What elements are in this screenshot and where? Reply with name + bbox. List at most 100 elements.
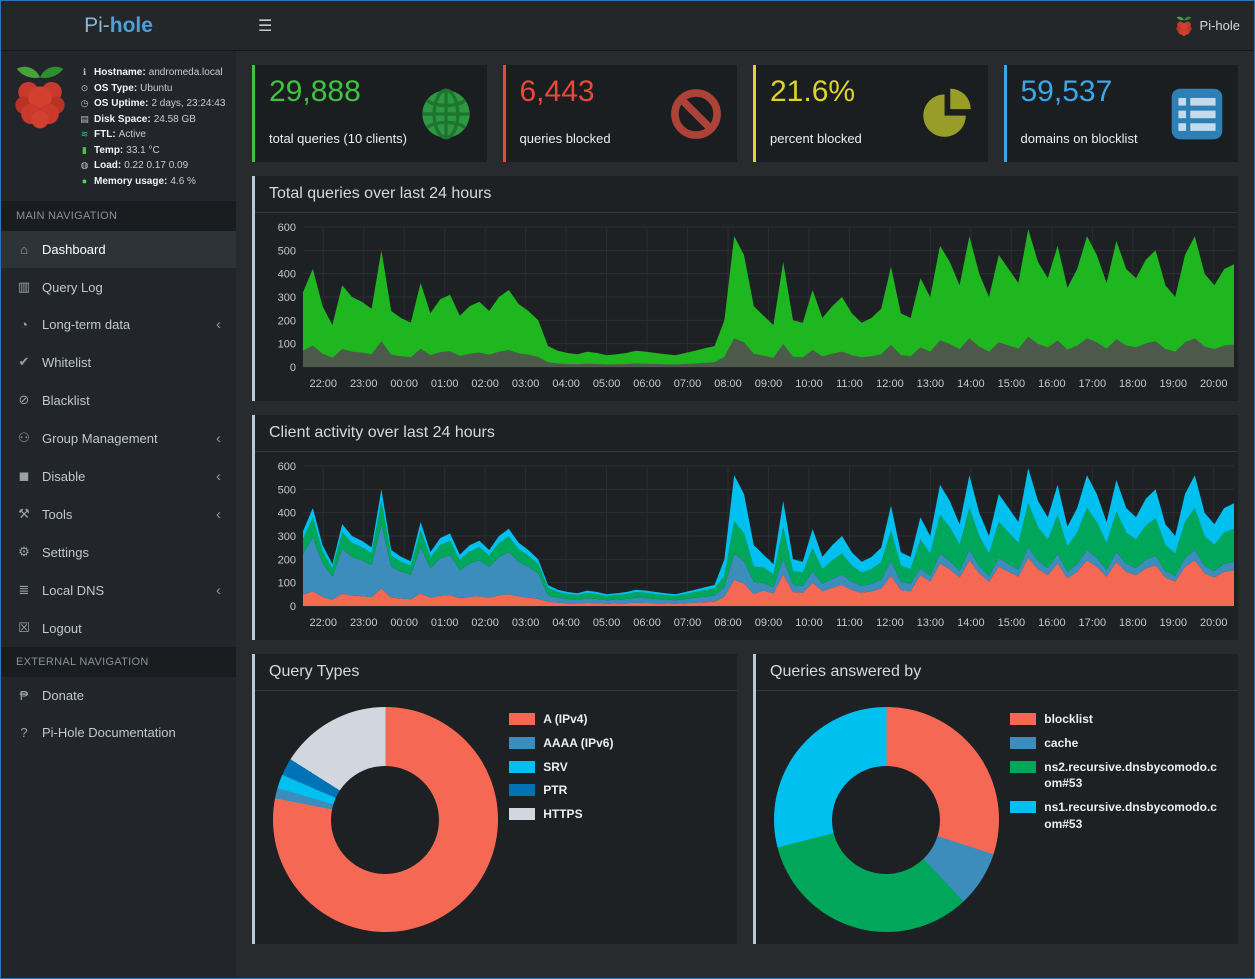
card-percent-blocked[interactable]: 21.6% percent blocked xyxy=(753,65,988,162)
nav-section-header: EXTERNAL NAVIGATION xyxy=(1,647,236,677)
donut-hole xyxy=(832,765,941,874)
svg-text:02:00: 02:00 xyxy=(471,378,499,390)
system-info-value: andromeda.local xyxy=(148,67,223,78)
query-types-panel-title: Query Types xyxy=(255,654,737,691)
system-info-label: Disk Space: xyxy=(94,113,151,125)
sidebar-item-label: Local DNS xyxy=(42,582,105,598)
svg-text:04:00: 04:00 xyxy=(552,378,580,390)
legend-label: ns1.recursive.dnsbycomodo.com#53 xyxy=(1044,800,1217,831)
bottom-panels: Query Types A (IPv4) AAAA (IPv6) SRV PTR HTT… xyxy=(252,654,1238,958)
legend-item-a-ipv4[interactable]: A (IPv4) xyxy=(509,711,719,728)
system-info-value: 4.6 % xyxy=(170,175,196,187)
svg-text:09:00: 09:00 xyxy=(755,378,783,390)
chevron-left-icon: ‹ xyxy=(216,581,221,599)
card-total-queries[interactable]: 29,888 total queries (10 clients) xyxy=(252,65,487,162)
query-types-donut[interactable] xyxy=(272,707,498,932)
sidebar-item-disable[interactable]: ◼ Disable ‹ xyxy=(1,457,236,495)
svg-text:400: 400 xyxy=(278,508,296,520)
chevron-left-icon: ‹ xyxy=(216,467,221,485)
sidebar-item-long-term-data[interactable]: ◔ Long-term data ‹ xyxy=(1,306,236,343)
raspberry-icon xyxy=(1175,16,1192,36)
legend-item-srv[interactable]: SRV xyxy=(509,759,719,776)
system-info-row: ▤ Disk Space: 24.58 GB xyxy=(78,112,225,128)
answered-by-legend: blocklist cache ns2.recursive.dnsbycomodo.… xyxy=(1006,707,1228,840)
topbar-app-label: Pi-hole xyxy=(1199,18,1240,33)
sidebar-item-pi-hole-documentation[interactable]: ? Pi-Hole Documentation xyxy=(1,714,236,751)
svg-text:11:00: 11:00 xyxy=(836,378,863,390)
sidebar-item-label: Disable xyxy=(42,468,86,484)
legend-swatch xyxy=(509,760,536,773)
sidebar-nav: MAIN NAVIGATION ⌂ Dashboard ▥ Query Log ◔ Long… xyxy=(1,201,236,751)
legend-item-blocklist[interactable]: blocklist xyxy=(1010,711,1220,728)
svg-text:22:00: 22:00 xyxy=(309,378,337,390)
sidebar-item-settings[interactable]: ⚙ Settings xyxy=(1,533,236,571)
file-icon: ▥ xyxy=(17,279,31,294)
legend-item-https[interactable]: HTTPS xyxy=(509,806,719,823)
svg-text:00:00: 00:00 xyxy=(390,378,418,390)
svg-text:09:00: 09:00 xyxy=(755,617,783,629)
svg-text:08:00: 08:00 xyxy=(714,617,742,629)
system-info-row: ● Memory usage: 4.6 % xyxy=(78,174,225,190)
answered-by-donut[interactable] xyxy=(773,707,999,932)
legend-label: HTTPS xyxy=(543,807,583,822)
sidebar-item-query-log[interactable]: ▥ Query Log xyxy=(1,268,236,306)
legend-label: cache xyxy=(1044,735,1079,750)
system-info-label: Memory usage: xyxy=(94,175,168,187)
legend-label: blocklist xyxy=(1044,712,1093,726)
legend-item-cache[interactable]: cache xyxy=(1010,735,1220,752)
sidebar-item-blacklist[interactable]: ⊘ Blacklist xyxy=(1,381,236,419)
total-queries-value: 29,888 xyxy=(269,75,361,108)
client-activity-panel-title: Client activity over last 24 hours xyxy=(255,415,1238,452)
legend-item-ns2-recursive-dnsbycomodo-com-53[interactable]: ns2.recursive.dnsbycomodo.com#53 xyxy=(1010,759,1220,793)
legend-swatch xyxy=(509,713,536,725)
raspberry-logo xyxy=(15,66,65,129)
ban-icon xyxy=(671,88,721,139)
svg-text:22:00: 22:00 xyxy=(309,617,337,629)
menu-toggle-icon[interactable]: ☰ xyxy=(250,10,280,42)
svg-text:400: 400 xyxy=(278,269,296,281)
system-info-value: 0.22 0.17 0.09 xyxy=(124,160,189,171)
sidebar-item-label: Group Management xyxy=(42,430,158,446)
svg-text:01:00: 01:00 xyxy=(431,617,459,629)
svg-text:16:00: 16:00 xyxy=(1038,617,1066,629)
sidebar-item-group-management[interactable]: ⚇ Group Management ‹ xyxy=(1,419,236,457)
svg-text:15:00: 15:00 xyxy=(998,378,1026,390)
legend-swatch xyxy=(1010,801,1037,814)
legend-item-ns1-recursive-dnsbycomodo-com-53[interactable]: ns1.recursive.dnsbycomodo.com#53 xyxy=(1010,799,1220,833)
svg-text:03:00: 03:00 xyxy=(512,378,540,390)
legend-item-aaaa-ipv6[interactable]: AAAA (IPv6) xyxy=(509,735,719,752)
sidebar-item-dashboard[interactable]: ⌂ Dashboard xyxy=(1,231,236,268)
sidebar-item-donate[interactable]: ₱ Donate xyxy=(1,677,236,714)
disk-space-icon: ▤ xyxy=(80,113,89,124)
sidebar-item-logout[interactable]: ☒ Logout xyxy=(1,609,236,647)
sidebar-item-label: Dashboard xyxy=(42,242,106,257)
svg-text:13:00: 13:00 xyxy=(917,617,945,629)
svg-text:0: 0 xyxy=(290,601,296,613)
brand-logo[interactable]: Pi-hole xyxy=(1,1,236,51)
card-queries-blocked[interactable]: 6,443 queries blocked xyxy=(502,65,737,162)
system-info-row: ⊙ OS Type: Ubuntu xyxy=(78,81,225,97)
topbar-user-menu[interactable]: Pi-hole xyxy=(1175,15,1240,37)
system-info-value: Ubuntu xyxy=(140,82,173,94)
sidebar-item-whitelist[interactable]: ✔ Whitelist xyxy=(1,343,236,381)
pie-chart-icon xyxy=(922,88,971,137)
sidebar-item-label: Logout xyxy=(42,620,82,636)
legend-label: SRV xyxy=(543,759,568,774)
percent-blocked-value: 21.6% xyxy=(770,75,856,108)
pihole-dashboard-window: Pi-hole ☰ Pi-hole ℹ Hostname: andromeda.… xyxy=(0,0,1255,979)
svg-text:14:00: 14:00 xyxy=(957,617,985,629)
sidebar-item-tools[interactable]: ⚒ Tools ‹ xyxy=(1,495,236,533)
topbar: ☰ Pi-hole xyxy=(236,1,1254,51)
client-activity-chart[interactable]: 0 100 200 300 400 500 600 22:00 23:00 00:00 01:00 0… xyxy=(265,460,1244,636)
total-queries-chart[interactable]: 0 100 200 300 400 500 600 22:00 23:00 00:00 01:00 0… xyxy=(265,221,1244,397)
svg-text:500: 500 xyxy=(278,484,296,496)
legend-item-ptr[interactable]: PTR xyxy=(509,782,719,799)
uptime-icon: ◷ xyxy=(80,98,89,108)
svg-text:17:00: 17:00 xyxy=(1079,617,1107,629)
sidebar-item-local-dns[interactable]: ≣ Local DNS ‹ xyxy=(1,571,236,609)
system-info-row: ◷ OS Uptime: 2 days, 23:24:43 xyxy=(78,96,226,112)
card-domains-blocklist[interactable]: 59,537 domains on blocklist xyxy=(1003,65,1238,162)
sidebar-user-panel: ℹ Hostname: andromeda.local ⊙ OS Type: Ubuntu… xyxy=(1,51,236,201)
system-info-value: 24.58 GB xyxy=(153,113,196,125)
system-info-label: Hostname: xyxy=(94,67,146,78)
